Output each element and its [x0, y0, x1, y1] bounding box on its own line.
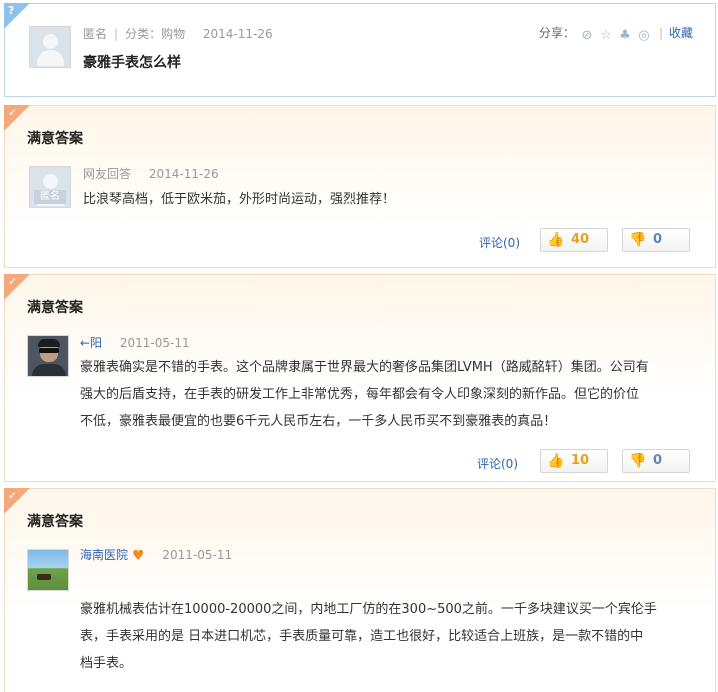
star-icon[interactable]: ☆ [599, 29, 613, 43]
thumbs-up-icon: 👍 [547, 232, 565, 248]
question-card: ? 匿名 | 分类：购物 2014-11-26 豪雅手表怎么样 分享： ⊘ ☆ ♣ ◎ | 收藏 [4, 3, 716, 97]
downvote-count: 0 [653, 453, 663, 468]
question-mark-icon: ? [8, 4, 15, 17]
thumbs-down-icon: 👎 [629, 232, 647, 248]
weibo-icon[interactable]: ◎ [637, 29, 651, 43]
thumbs-up-icon: 👍 [547, 453, 565, 469]
answer-text: 比浪琴高档，低于欧米茄，外形时尚运动，强烈推荐！ [83, 186, 395, 213]
answer-card: ✓ 满意答案 海南医院 ♥ 2011-05-11 豪雅机械表估计在10000-20… [4, 488, 716, 692]
answer-date: 2011-05-11 [162, 548, 233, 562]
answerer-avatar[interactable] [27, 549, 69, 591]
answerer-name[interactable]: ←阳 [80, 336, 102, 350]
answer-line: 豪雅机械表估计在10000-20000之间，内地工厂仿的在300~500之前。一… [80, 602, 657, 617]
upvote-count: 40 [571, 232, 590, 247]
answerer-avatar[interactable] [27, 335, 69, 377]
checkmark-icon: ✓ [8, 106, 18, 119]
search-icon[interactable]: ⊘ [580, 29, 594, 43]
favorite-link[interactable]: 收藏 [669, 26, 693, 40]
answer-header: 满意答案 [27, 300, 83, 316]
answerer-name[interactable]: 海南医院 [80, 548, 128, 562]
answer-meta: 海南医院 ♥ 2011-05-11 [80, 546, 232, 564]
answer-line: 豪雅表确实是不错的手表。这个品牌隶属于世界最大的奢侈品集团LVMH（路威酩轩）集… [80, 360, 649, 375]
answerer-name: 网友回答 [83, 167, 132, 181]
answer-line: 比浪琴高档，低于欧米茄，外形时尚运动，强烈推荐！ [83, 192, 396, 207]
answer-line: 不低，豪雅表最便宜的也要6千元人民币左右，一千多人民币买不到豪雅表的真品！ [80, 414, 557, 429]
answer-date: 2011-05-11 [119, 336, 190, 350]
question-category: 分类：购物 [125, 27, 186, 41]
answer-header: 满意答案 [27, 514, 83, 530]
downvote-button[interactable]: 👎 0 [622, 228, 690, 252]
heart-icon: ♥ [132, 548, 145, 564]
answerer-avatar[interactable]: 匿名 [29, 166, 71, 208]
checkmark-icon: ✓ [8, 275, 18, 288]
question-title: 豪雅手表怎么样 [83, 55, 181, 71]
answer-line: 强大的后盾支持，在手表的研发工作上非常优秀，每年都会有令人印象深刻的新作品。但它… [80, 387, 640, 402]
comment-link[interactable]: 评论(0) [479, 234, 520, 251]
upvote-count: 10 [571, 453, 590, 468]
answer-card: ✓ 满意答案 ←阳 2011-05-11 豪雅表确实是不错的手表。这个品牌隶属于… [4, 274, 716, 482]
upvote-button[interactable]: 👍 40 [540, 228, 608, 252]
avatar-tag: 匿名 [34, 190, 66, 204]
user-icon[interactable]: ♣ [618, 29, 632, 43]
downvote-count: 0 [653, 232, 663, 247]
answer-line: 表，手表采用的是 日本进口机芯，手表质量可靠，造工也很好，比较适合上班族，是一款… [80, 629, 644, 644]
comment-link[interactable]: 评论(0) [477, 455, 518, 472]
share-label: 分享： [538, 26, 575, 40]
share-bar: 分享： ⊘ ☆ ♣ ◎ | 收藏 [538, 26, 693, 43]
question-date: 2014-11-26 [202, 27, 273, 41]
question-meta: 匿名 | 分类：购物 2014-11-26 [83, 27, 273, 41]
asker-name: 匿名 [83, 27, 108, 41]
answer-header: 满意答案 [27, 131, 83, 147]
answer-line: 档手表。 [80, 656, 133, 671]
thumbs-down-icon: 👎 [629, 453, 647, 469]
answer-date: 2014-11-26 [148, 167, 219, 181]
answer-text: 豪雅机械表估计在10000-20000之间，内地工厂仿的在300~500之前。一… [80, 596, 657, 677]
upvote-button[interactable]: 👍 10 [540, 449, 608, 473]
answer-meta: ←阳 2011-05-11 [80, 334, 190, 351]
checkmark-icon: ✓ [8, 489, 18, 502]
downvote-button[interactable]: 👎 0 [622, 449, 690, 473]
asker-avatar[interactable] [29, 26, 71, 68]
answer-meta: 网友回答 2014-11-26 [83, 165, 219, 182]
answer-text: 豪雅表确实是不错的手表。这个品牌隶属于世界最大的奢侈品集团LVMH（路威酩轩）集… [80, 354, 649, 435]
answer-card: ✓ 满意答案 匿名 网友回答 2014-11-26 比浪琴高档，低于欧米茄，外形… [4, 105, 716, 268]
